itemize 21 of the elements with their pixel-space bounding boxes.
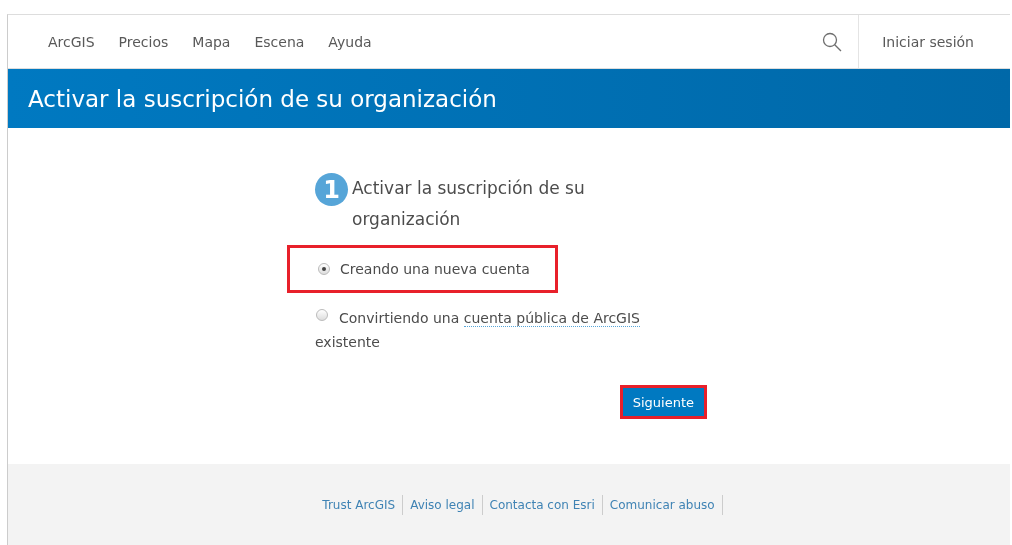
text-link[interactable]: cuenta pública de ArcGIS <box>463 310 640 327</box>
radio-button[interactable] <box>316 309 328 321</box>
option-label-continuation: existente <box>315 333 380 352</box>
next-button[interactable]: Siguiente <box>622 388 704 416</box>
footer-link[interactable]: Comunicar abuso <box>602 495 723 515</box>
nav-link[interactable]: ArcGIS <box>36 33 107 50</box>
nav-link[interactable]: Ayuda <box>316 33 384 50</box>
step-number-badge: 1 <box>315 173 348 206</box>
nav-link[interactable]: Escena <box>242 33 317 50</box>
footer-link[interactable]: Aviso legal <box>403 495 483 515</box>
radio-button[interactable] <box>318 263 330 275</box>
footer-link[interactable]: Trust ArcGIS <box>315 495 404 515</box>
footer-link[interactable]: Contacta con Esri <box>482 495 603 515</box>
option-label: Convirtiendo una cuenta pública de ArcGIS <box>339 309 640 329</box>
search-icon[interactable] <box>822 31 843 52</box>
option-label: Creando una nueva cuenta <box>340 260 530 279</box>
nav-link[interactable]: Precios <box>106 33 181 50</box>
page-title: Activar la suscripción de su organización <box>28 85 497 112</box>
nav-link[interactable]: Mapa <box>180 33 243 50</box>
sign-in-link[interactable]: Iniciar sesión <box>858 15 1010 68</box>
step-title: Activar la suscripción de su organización <box>352 177 586 231</box>
